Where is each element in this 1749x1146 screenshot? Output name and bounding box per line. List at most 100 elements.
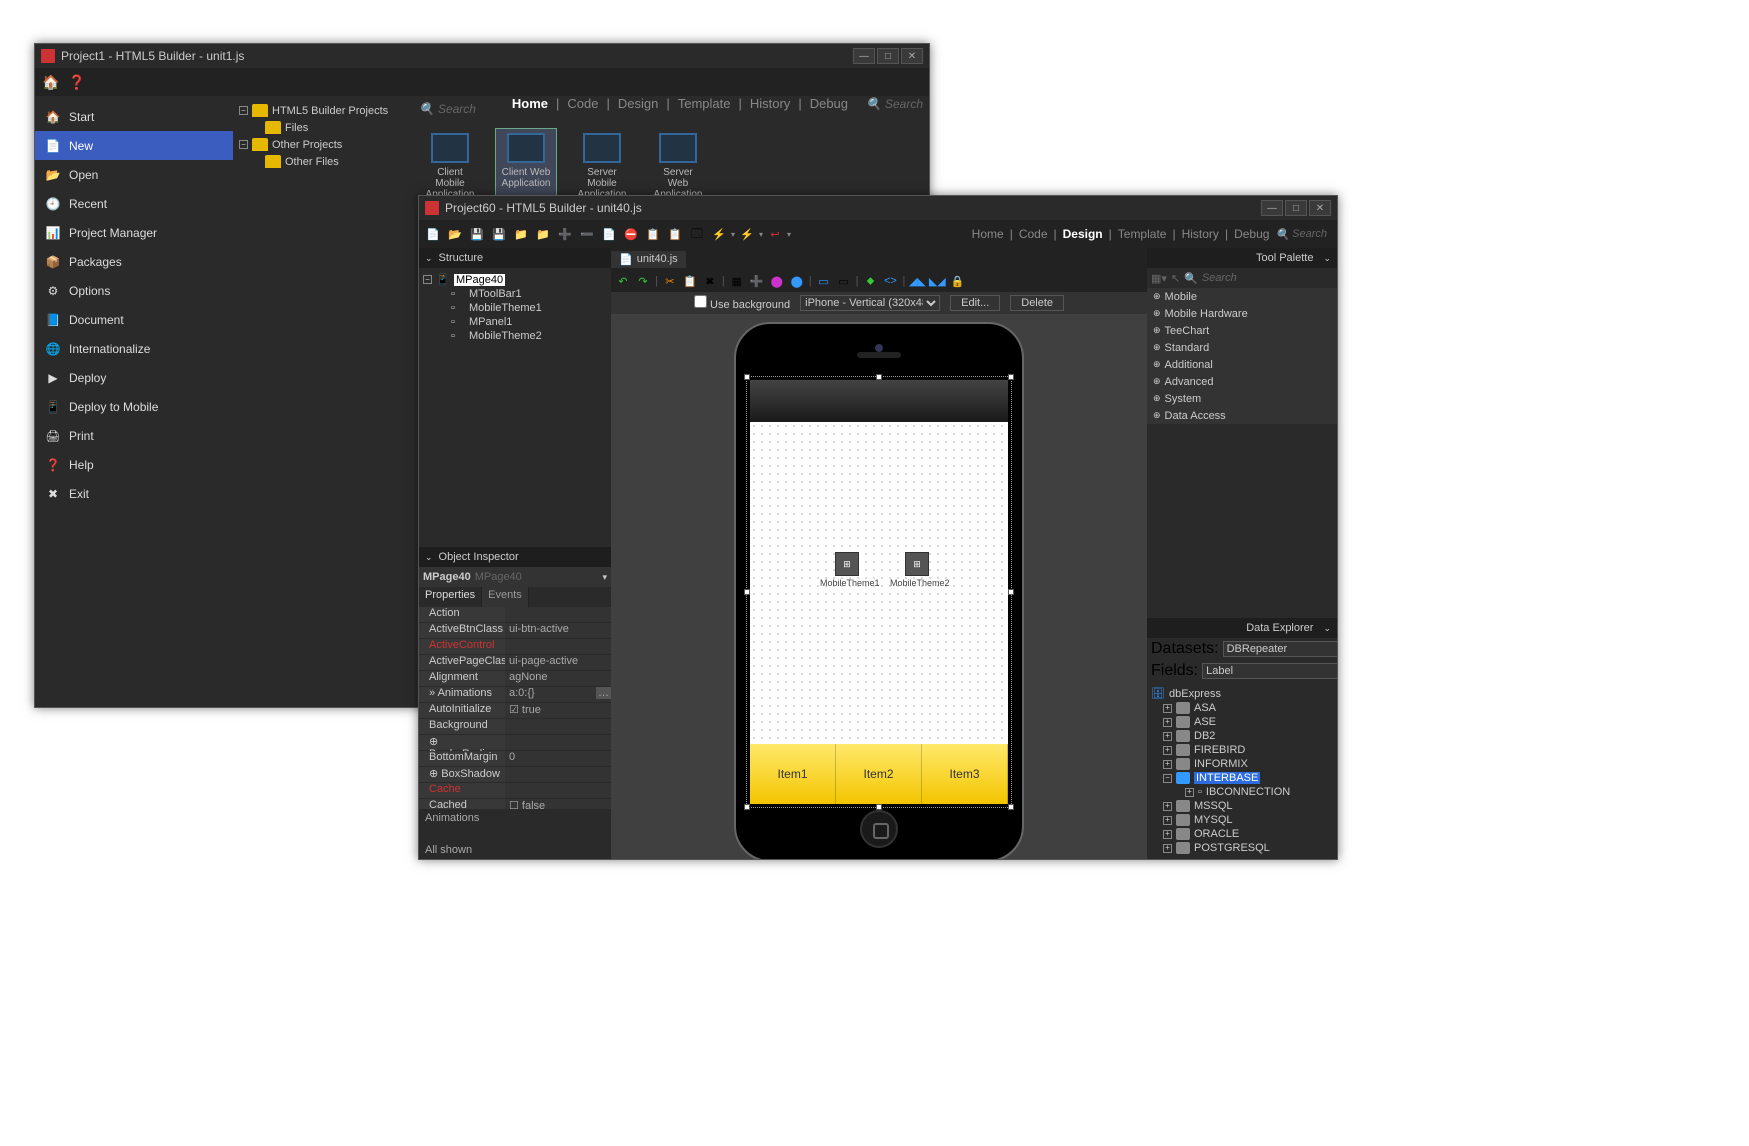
collapse-icon[interactable]: − [423,275,432,284]
tab-item[interactable]: Item2 [836,744,922,804]
sidebar-item-project-manager[interactable]: 📊Project Manager [35,218,233,247]
property-value[interactable] [505,719,611,735]
tree-node[interactable]: −Other Projects [239,136,407,153]
canvas[interactable]: ⊞MobileTheme1 ⊞MobileTheme2 Item1 Item2 … [611,314,1147,859]
align-icon[interactable]: ▦ [729,273,745,289]
run-icon[interactable]: ⚡ [709,224,729,244]
file-tab[interactable]: 📄unit40.js [611,251,686,268]
paste-icon[interactable]: 📋 [665,224,685,244]
db-node[interactable]: −INTERBASE [1151,771,1333,785]
gallery-item[interactable]: Client Web Application [495,128,557,205]
filter-icon[interactable]: ▦▾ [1151,272,1167,285]
copy-icon[interactable]: 📋 [682,273,698,289]
expand-icon[interactable]: ⊕ [1153,308,1161,319]
plus-icon[interactable]: ➕ [749,273,765,289]
palette-search[interactable]: Search [1202,272,1237,284]
cut-icon[interactable]: ✂ [662,273,678,289]
expand-icon[interactable]: ⊕ [1153,393,1161,404]
stop-icon[interactable]: ⛔ [621,224,641,244]
property-row[interactable]: Cache [419,783,611,799]
expand-icon[interactable]: + [1185,788,1194,797]
minimize-button[interactable]: — [1261,200,1283,216]
expand-icon[interactable]: + [1163,830,1172,839]
add-icon[interactable]: ➕ [555,224,575,244]
palette-category[interactable]: ⊕Mobile [1147,288,1337,305]
expand-icon[interactable]: ⊕ [1153,359,1161,370]
sidebar-item-document[interactable]: 📘Document [35,305,233,334]
maximize-button[interactable]: □ [877,48,899,64]
circle2-icon[interactable]: ⬤ [789,273,805,289]
datasets-input[interactable] [1223,641,1337,657]
tree-node[interactable]: Other Files [239,153,407,170]
db-node[interactable]: +MSSQL [1151,799,1333,813]
run2-icon[interactable]: ⚡ [737,224,757,244]
expand-icon[interactable]: ⊕ [1153,376,1161,387]
flip-v-icon[interactable]: ◣◢ [929,273,945,289]
nav-debug[interactable]: Debug [1234,227,1269,241]
sidebar-item-options[interactable]: ⚙Options [35,276,233,305]
sidebar-item-start[interactable]: 🏠Start [35,102,233,131]
home-icon[interactable]: 🏠 [41,72,61,92]
property-value[interactable]: ui-page-active [505,655,611,671]
expand-icon[interactable]: + [1163,746,1172,755]
tabbar[interactable]: Item1 Item2 Item3 [750,744,1008,804]
palette-category[interactable]: ⊕Additional [1147,356,1337,373]
property-value[interactable] [505,783,611,799]
property-row[interactable]: Action [419,607,611,623]
expand-icon[interactable]: ⊕ [1153,342,1161,353]
titlebar[interactable]: Project1 - HTML5 Builder - unit1.js — □ … [35,44,929,68]
property-row[interactable]: ActivePageClassui-page-active [419,655,611,671]
property-value[interactable]: a:0:{} … [505,687,611,703]
mobiletheme-object[interactable]: ⊞MobileTheme1 [820,552,874,588]
nav-template[interactable]: Template [678,96,731,111]
nav-design[interactable]: Design [618,96,658,111]
sidebar-item-internationalize[interactable]: 🌐Internationalize [35,334,233,363]
lock-icon[interactable]: 🔒 [949,273,965,289]
close-button[interactable]: ✕ [901,48,923,64]
search-input[interactable]: Search [885,97,923,111]
tool-palette-header[interactable]: Tool Palette ⌄ [1147,248,1337,268]
db-connection-node[interactable]: +▫IBCONNECTION [1151,785,1333,799]
palette-category[interactable]: ⊕Mobile Hardware [1147,305,1337,322]
expand-icon[interactable]: + [1163,732,1172,741]
tree-node[interactable]: Files [239,119,407,136]
property-value[interactable] [505,735,611,751]
tab-item[interactable]: Item3 [922,744,1008,804]
fields-input[interactable] [1202,663,1337,679]
db-node[interactable]: +ASE [1151,715,1333,729]
db-node[interactable]: +ORACLE [1151,827,1333,841]
property-row[interactable]: ⊕ BoxShadow [419,767,611,783]
sidebar-item-deploy[interactable]: ▶Deploy [35,363,233,392]
folder-icon[interactable]: 📁 [511,224,531,244]
property-row[interactable]: ActiveBtnClassui-btn-active [419,623,611,639]
property-value[interactable] [505,607,611,623]
property-row[interactable]: Cached☐ false [419,799,611,809]
db-node[interactable]: +ASA [1151,701,1333,715]
property-row[interactable]: BottomMargin0 [419,751,611,767]
help-icon[interactable]: ❓ [67,72,87,92]
gallery-item[interactable]: Server Mobile Application [571,128,633,205]
tab-events[interactable]: Events [482,587,529,607]
collapse-icon[interactable]: − [1163,774,1172,783]
palette-category[interactable]: ⊕System [1147,390,1337,407]
data-explorer-header[interactable]: Data Explorer ⌄ [1147,618,1337,638]
undo-icon[interactable]: ↩ [765,224,785,244]
minimize-button[interactable]: — [853,48,875,64]
nav-code[interactable]: Code [567,96,598,111]
collapse-icon[interactable]: − [239,140,248,149]
property-row[interactable]: ⊕ BorderRadius [419,735,611,751]
expand-icon[interactable]: + [1163,704,1172,713]
nav-home[interactable]: Home [972,227,1004,241]
tree-node[interactable]: ▫MToolBar1 [423,287,607,301]
device-select[interactable]: iPhone - Vertical (320x480) [800,295,940,311]
property-value[interactable]: ☐ false [505,799,611,809]
expand-icon[interactable]: ⊕ [1153,410,1161,421]
saveall-icon[interactable]: 💾 [489,224,509,244]
titlebar[interactable]: Project60 - HTML5 Builder - unit40.js — … [419,196,1337,220]
property-value[interactable] [505,639,611,655]
tree-node[interactable]: −📱MPage40 [423,272,607,287]
object-inspector-header[interactable]: ⌄Object Inspector [419,547,611,567]
property-row[interactable]: » Animationsa:0:{} … [419,687,611,703]
use-background-checkbox[interactable]: Use background [694,295,790,311]
form2-icon[interactable]: ▭ [836,273,852,289]
